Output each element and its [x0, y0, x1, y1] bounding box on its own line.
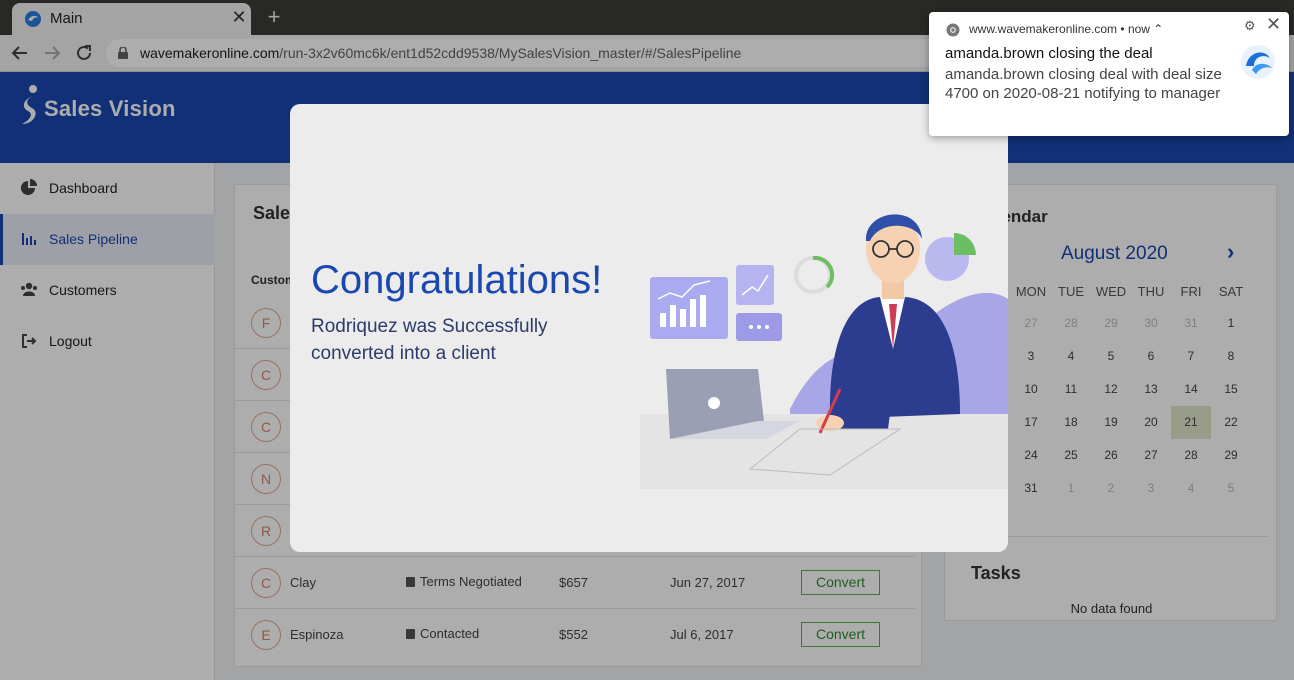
notification-source: www.wavemakeronline.com • now ⌃	[969, 22, 1164, 36]
dialog-message: Rodriquez was Successfully converted int…	[311, 316, 548, 364]
desktop-notification[interactable]: www.wavemakeronline.com • now ⌃ ⚙ ✕ aman…	[929, 12, 1289, 136]
congratulations-dialog: Congratulations! Rodriquez was Successfu…	[290, 104, 1008, 552]
wavemaker-logo-icon	[1241, 45, 1275, 79]
businessman-illustration	[640, 214, 1008, 489]
notification-body: amanda.brown closing deal with deal size…	[945, 66, 1222, 102]
chrome-icon	[946, 23, 960, 37]
dialog-heading: Congratulations!	[311, 258, 603, 302]
close-icon[interactable]: ✕	[1266, 14, 1281, 35]
notification-title: amanda.brown closing the deal	[945, 45, 1153, 62]
gear-icon[interactable]: ⚙	[1244, 18, 1256, 34]
